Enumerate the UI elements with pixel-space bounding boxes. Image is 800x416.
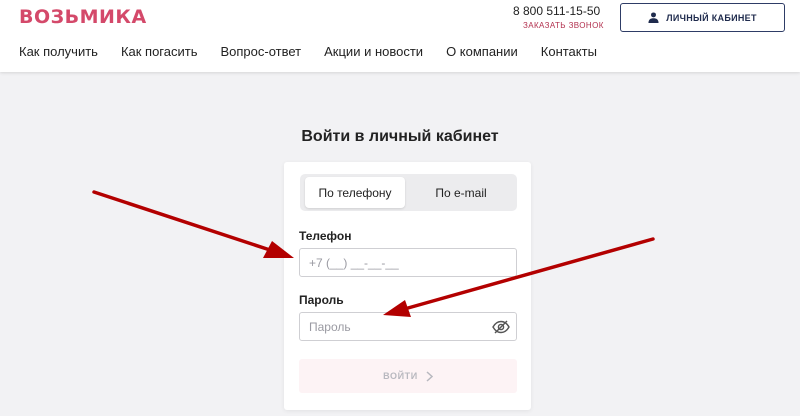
login-submit-button[interactable]: ВОЙТИ [299,359,517,393]
nav-promos-news[interactable]: Акции и новости [324,44,423,59]
nav-faq[interactable]: Вопрос-ответ [220,44,301,59]
password-field-wrap [299,312,517,341]
login-card: По телефону По e-mail Телефон Пароль ВОЙ… [284,162,531,410]
tab-by-phone[interactable]: По телефону [305,177,405,208]
personal-cabinet-label: ЛИЧНЫЙ КАБИНЕТ [666,12,757,23]
tab-by-email[interactable]: По e-mail [410,177,512,208]
main-nav: Как получить Как погасить Вопрос-ответ А… [19,44,597,59]
personal-cabinet-button[interactable]: ЛИЧНЫЙ КАБИНЕТ [620,3,785,32]
nav-about[interactable]: О компании [446,44,518,59]
annotation-arrow-phone [92,190,294,258]
phone-number: 8 800 511-15-50 [513,4,601,18]
nav-how-to-repay[interactable]: Как погасить [121,44,198,59]
site-header: ВОЗЬМИКА 8 800 511-15-50 ЗАКАЗАТЬ ЗВОНОК… [0,0,800,72]
logo[interactable]: ВОЗЬМИКА [19,6,147,28]
eye-off-icon[interactable] [492,320,510,334]
phone-field-wrap [299,248,517,277]
nav-how-to-get[interactable]: Как получить [19,44,98,59]
phone-label: Телефон [299,229,352,243]
page-title: Войти в личный кабинет [301,128,499,145]
chevron-right-icon [426,370,433,382]
password-input[interactable] [300,313,516,340]
user-icon [648,12,659,23]
login-method-tabs: По телефону По e-mail [300,174,517,211]
phone-input[interactable] [300,249,516,276]
callback-link[interactable]: ЗАКАЗАТЬ ЗВОНОК [523,21,604,30]
login-submit-label: ВОЙТИ [383,371,418,381]
nav-contacts[interactable]: Контакты [541,44,597,59]
password-label: Пароль [299,293,344,307]
